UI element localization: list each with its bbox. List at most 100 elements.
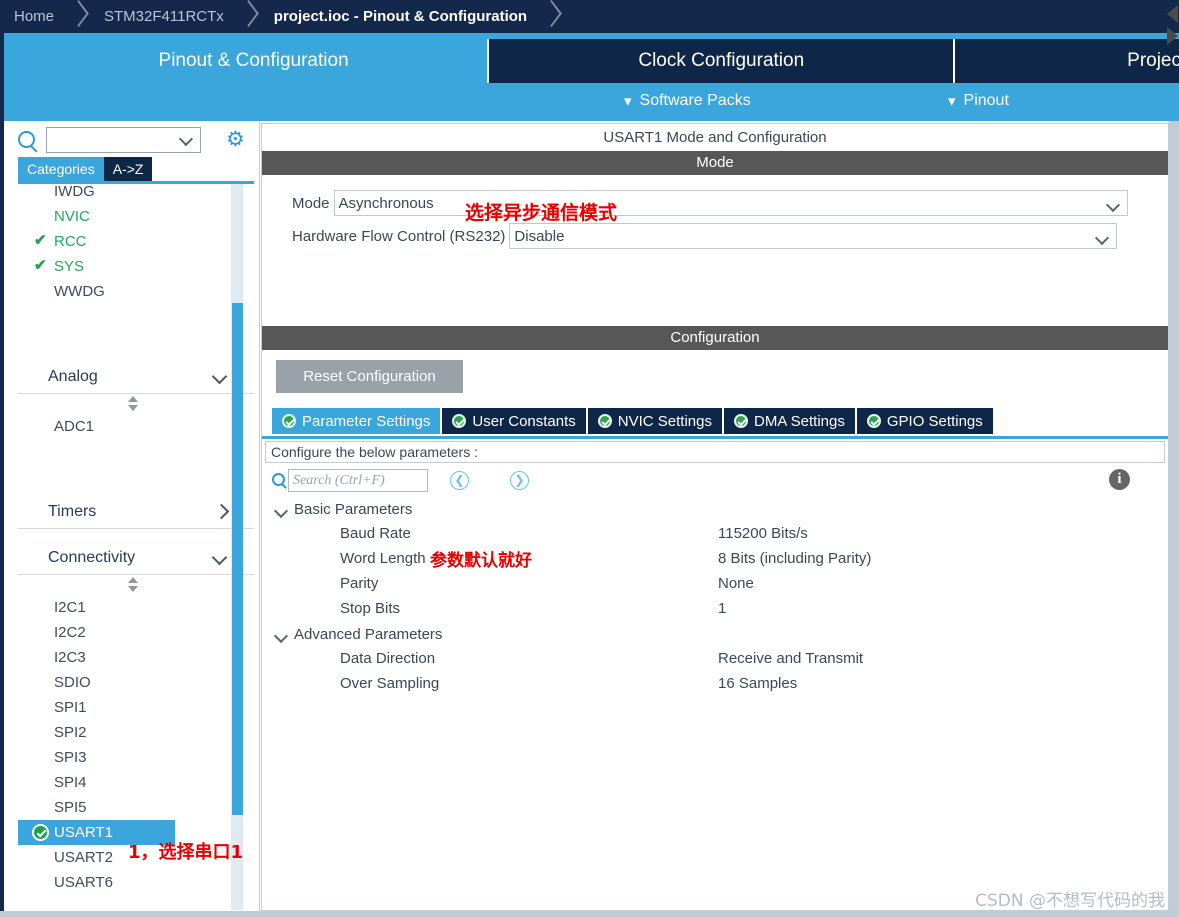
tree-item-i2c1[interactable]: I2C1	[18, 595, 254, 620]
tree-item-wwdg[interactable]: WWDG	[18, 279, 254, 304]
tree-item-spi2-label: SPI2	[54, 724, 87, 741]
sidebar-scrollbar-thumb[interactable]	[232, 303, 243, 815]
tree-item-spi2[interactable]: SPI2	[18, 720, 254, 745]
tree-item-sdio[interactable]: SDIO	[18, 670, 254, 695]
tab-categories[interactable]: Categories	[18, 157, 104, 181]
parameter-group-advanced-label: Advanced Parameters	[294, 626, 443, 643]
parameter-value: 115200 Bits/s	[718, 525, 808, 542]
check-icon: ✔	[34, 257, 47, 274]
parameter-value: 8 Bits (including Parity)	[718, 550, 872, 567]
tree-item-adc1[interactable]: ADC1	[18, 414, 254, 439]
tree-item-adc1-label: ADC1	[54, 418, 95, 435]
tree-group-timers[interactable]: Timers	[18, 495, 254, 529]
tab-gpio-settings[interactable]: GPIO Settings	[856, 408, 993, 434]
hardware-flow-control-select[interactable]: Disable	[509, 223, 1118, 249]
chevron-down-icon	[214, 552, 226, 562]
check-circle-icon	[282, 414, 296, 428]
tree-item-sys[interactable]: ✔ SYS	[18, 254, 254, 279]
tree-item-spi3[interactable]: SPI3	[18, 745, 254, 770]
bottom-border-strip	[0, 911, 1179, 917]
parameter-value: None	[718, 575, 754, 592]
reset-configuration-button[interactable]: Reset Configuration	[276, 360, 463, 393]
tab-user-constants[interactable]: User Constants	[442, 408, 586, 434]
chevron-down-icon	[1097, 233, 1108, 241]
annotation-usart1: 1，选择串口1	[128, 842, 244, 863]
parameter-row-baud-rate[interactable]: Baud Rate 115200 Bits/s	[262, 522, 1168, 547]
parameter-name: Stop Bits	[340, 600, 401, 617]
parameter-group-advanced[interactable]: Advanced Parameters	[262, 622, 1168, 647]
collapse-right-icon[interactable]	[1167, 27, 1178, 45]
parameter-value: 1	[718, 600, 727, 617]
tab-parameter-settings[interactable]: Parameter Settings	[272, 408, 441, 434]
parameter-row-over-sampling[interactable]: Over Sampling 16 Samples	[262, 672, 1168, 697]
tab-project-manager[interactable]: Projec	[955, 39, 1179, 83]
mode-section-header: Mode	[262, 151, 1168, 175]
categories-panel: ⚙ Categories A->Z GPIO IWDG NVIC ✔	[4, 121, 260, 917]
subtab-pinout[interactable]: ▾ Pinout	[948, 83, 1009, 119]
chevron-left-circle-icon[interactable]: ❮	[450, 471, 469, 490]
tree-item-usart1-label: USART1	[54, 824, 113, 841]
page-title: USART1 Mode and Configuration	[262, 124, 1168, 151]
tree-group-analog[interactable]: Analog	[18, 360, 254, 394]
tab-dma-settings-label: DMA Settings	[754, 412, 845, 430]
scroll-updown-icon[interactable]	[18, 394, 254, 414]
parameter-search-row: Search (Ctrl+F) ❮ ❯ i	[262, 463, 1168, 497]
tab-clock-configuration-label: Clock Configuration	[638, 50, 805, 71]
parameter-row-parity[interactable]: Parity None	[262, 572, 1168, 597]
tab-gpio-settings-label: GPIO Settings	[886, 412, 983, 430]
main-tabs: Pinout & Configuration Clock Configurati…	[20, 39, 1179, 83]
panel-collapse-arrows[interactable]	[1162, 3, 1178, 53]
hardware-flow-control-value: Disable	[514, 227, 565, 245]
parameter-list: Basic Parameters Baud Rate 115200 Bits/s…	[262, 497, 1168, 697]
parameter-group-basic[interactable]: Basic Parameters	[262, 497, 1168, 522]
mode-select[interactable]: Asynchronous	[333, 190, 1128, 216]
scroll-updown-icon[interactable]	[18, 575, 254, 595]
hardware-flow-control-row: Hardware Flow Control (RS232) Disable	[292, 223, 1118, 249]
parameter-row-stop-bits[interactable]: Stop Bits 1	[262, 597, 1168, 622]
tree-item-wwdg-label: WWDG	[54, 283, 105, 300]
breadcrumb: Home STM32F411RCTx project.ioc - Pinout …	[0, 0, 1179, 33]
parameter-row-word-length[interactable]: Word Length 8 Bits (including Parity)	[262, 547, 1168, 572]
breadcrumb-item-mcu[interactable]: STM32F411RCTx	[90, 0, 238, 33]
peripheral-tree[interactable]: GPIO IWDG NVIC ✔ RCC ✔ SYS WWDG Anal	[18, 184, 254, 910]
parameter-row-data-direction[interactable]: Data Direction Receive and Transmit	[262, 647, 1168, 672]
tab-clock-configuration[interactable]: Clock Configuration	[487, 39, 956, 83]
tab-pinout-configuration-label: Pinout & Configuration	[158, 50, 349, 71]
parameter-name: Parity	[340, 575, 379, 592]
breadcrumb-separator-icon	[541, 0, 563, 33]
tree-item-i2c3[interactable]: I2C3	[18, 645, 254, 670]
tree-item-sys-label: SYS	[54, 258, 85, 275]
tree-item-spi4[interactable]: SPI4	[18, 770, 254, 795]
tree-item-i2c2[interactable]: I2C2	[18, 620, 254, 645]
chevron-down-icon	[276, 631, 287, 639]
tree-item-spi1[interactable]: SPI1	[18, 695, 254, 720]
tree-item-nvic[interactable]: NVIC	[18, 204, 254, 229]
chevron-down-icon[interactable]	[181, 134, 192, 141]
category-search-input[interactable]	[46, 127, 201, 153]
collapse-left-icon[interactable]	[1167, 5, 1178, 23]
tree-item-spi5[interactable]: SPI5	[18, 795, 254, 820]
tree-item-usart6[interactable]: USART6	[18, 870, 254, 895]
tab-a-to-z-label: A->Z	[112, 161, 144, 177]
subtab-software-packs[interactable]: ▾ Software Packs	[624, 83, 751, 119]
tab-a-to-z[interactable]: A->Z	[103, 157, 153, 181]
mode-label: Mode	[292, 194, 330, 212]
tab-dma-settings[interactable]: DMA Settings	[724, 408, 855, 434]
breadcrumb-item-home[interactable]: Home	[0, 0, 68, 33]
tree-item-iwdg[interactable]: IWDG	[18, 184, 254, 204]
check-circle-icon	[597, 414, 612, 428]
info-icon[interactable]: i	[1109, 469, 1130, 490]
tree-group-connectivity[interactable]: Connectivity	[18, 541, 254, 575]
right-border-strip	[1169, 121, 1179, 917]
chevron-right-circle-icon[interactable]: ❯	[510, 471, 529, 490]
check-icon: ✔	[34, 232, 47, 249]
check-circle-icon	[734, 414, 748, 428]
gear-icon[interactable]: ⚙	[226, 129, 248, 151]
tab-pinout-configuration[interactable]: Pinout & Configuration	[20, 39, 488, 83]
breadcrumb-item-project[interactable]: project.ioc - Pinout & Configuration	[260, 0, 541, 33]
tree-item-rcc[interactable]: ✔ RCC	[18, 229, 254, 254]
parameter-search-input[interactable]: Search (Ctrl+F)	[288, 469, 428, 492]
chevron-down-icon: ▾	[624, 92, 632, 110]
breadcrumb-mcu-label: STM32F411RCTx	[104, 8, 224, 25]
tab-nvic-settings[interactable]: NVIC Settings	[587, 408, 722, 434]
